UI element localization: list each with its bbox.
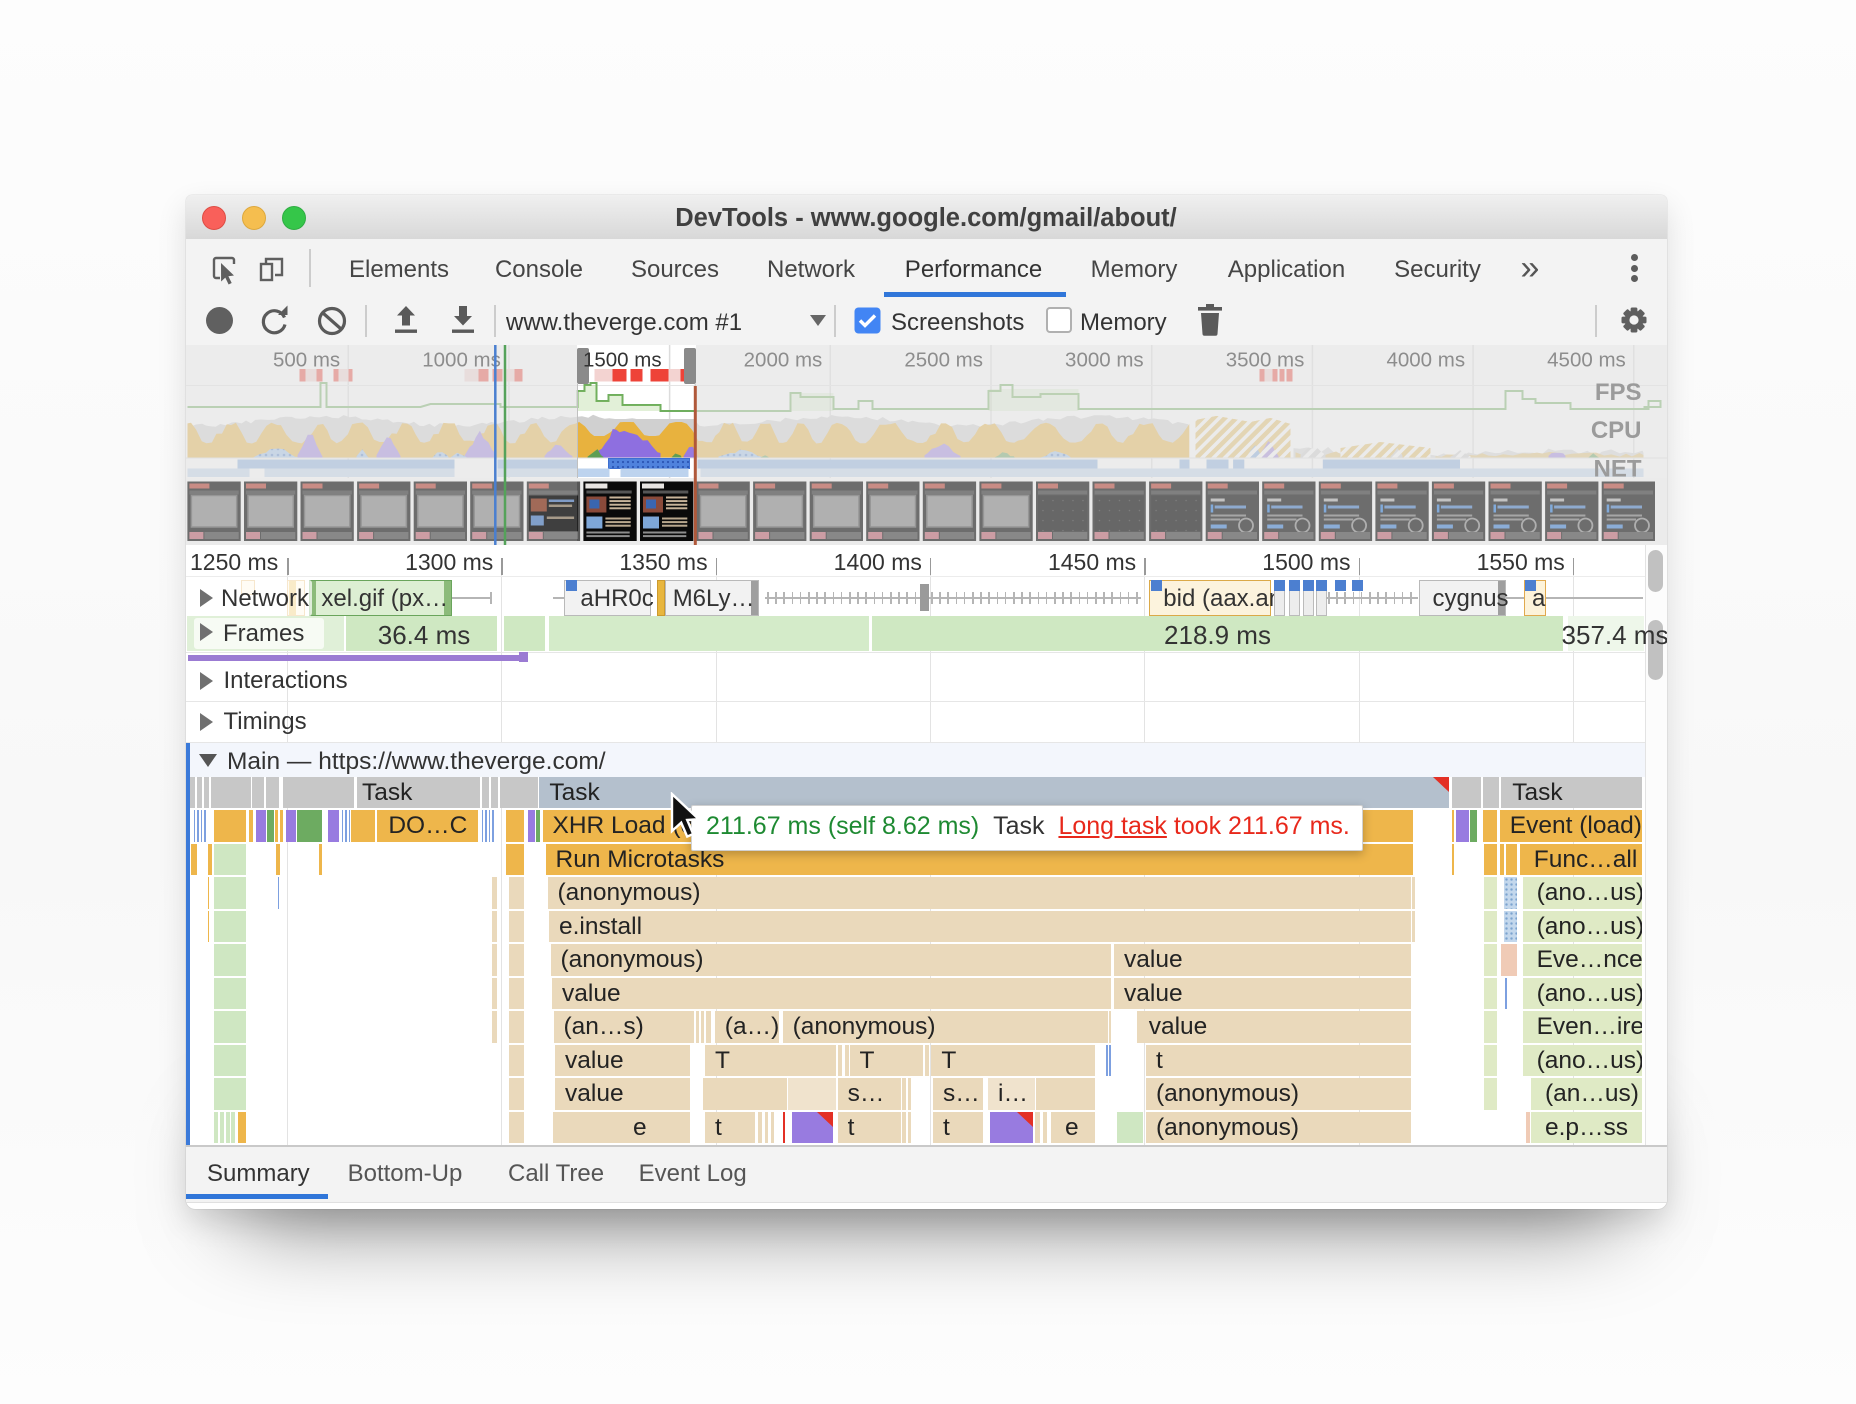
svg-text:4000 ms: 4000 ms: [1386, 349, 1465, 372]
svg-text:CPU: CPU: [1590, 417, 1641, 444]
svg-text:3000 ms: 3000 ms: [1065, 349, 1144, 372]
svg-text:2000 ms: 2000 ms: [743, 349, 822, 372]
svg-text:1500 ms: 1500 ms: [582, 349, 661, 372]
svg-text:2500 ms: 2500 ms: [904, 349, 983, 372]
svg-text:3500 ms: 3500 ms: [1225, 349, 1304, 372]
svg-text:NET: NET: [1593, 456, 1641, 483]
svg-text:500 ms: 500 ms: [272, 349, 339, 372]
svg-text:4500 ms: 4500 ms: [1547, 349, 1626, 372]
svg-text:1000 ms: 1000 ms: [422, 349, 501, 372]
svg-text:FPS: FPS: [1594, 379, 1641, 406]
